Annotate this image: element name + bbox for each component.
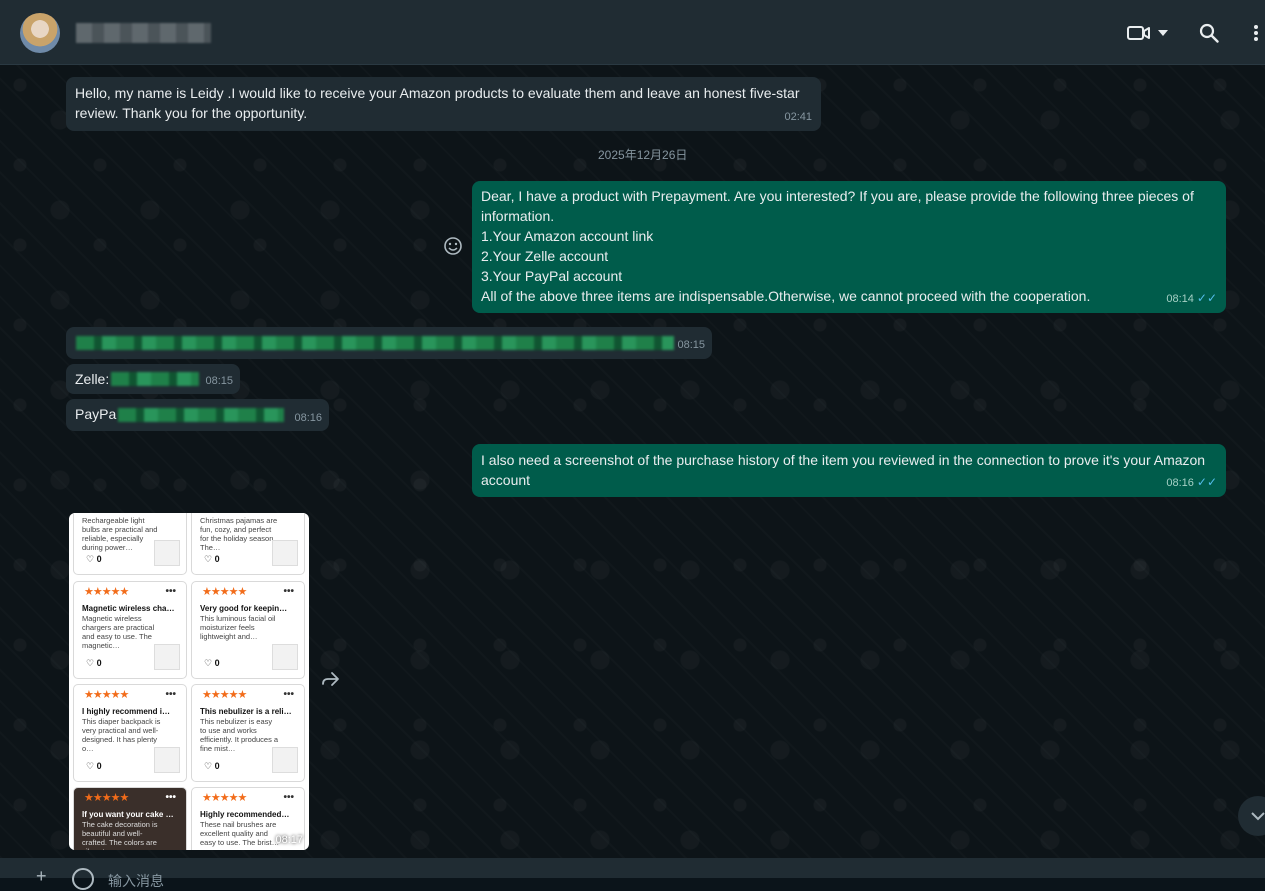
like-count: 0 <box>214 553 220 564</box>
message-bubble-incoming[interactable]: 08:15 <box>66 327 712 359</box>
more-icon: ••• <box>165 792 176 803</box>
review-card: ★★★★★ ••• I highly recommend i… This dia… <box>73 684 187 782</box>
star-rating: ★★★★★ <box>202 586 247 598</box>
read-receipt-icon: ✓✓ <box>1196 475 1217 489</box>
more-icon: ••• <box>283 792 294 803</box>
message-bubble-incoming[interactable]: PayPa 08:16 <box>66 399 329 431</box>
review-card: ★★★★★ ••• Magnetic wireless cha… Magneti… <box>73 581 187 679</box>
message-time: 08:17 <box>275 834 303 846</box>
message-time: 08:15 <box>677 339 705 351</box>
chevron-down-icon[interactable] <box>1154 20 1172 46</box>
heart-icon: ♡ 0 <box>86 760 102 771</box>
more-icon: ••• <box>283 586 294 597</box>
review-title: If you want your cake … <box>82 810 174 819</box>
review-desc: This diaper backpack is very practical a… <box>82 717 161 753</box>
message-line: All of the above three items are indispe… <box>481 288 1091 304</box>
forward-icon[interactable] <box>320 670 342 690</box>
chevron-down-icon <box>1251 812 1265 821</box>
review-desc: This nebulizer is easy to use and works … <box>200 717 279 753</box>
more-icon: ••• <box>165 689 176 700</box>
message-line: 2.Your Zelle account <box>481 248 609 264</box>
star-rating: ★★★★★ <box>84 792 129 804</box>
message-time: 08:16 <box>1166 477 1194 489</box>
review-card: ★★★★★ ••• This nebulizer is a reli… This… <box>191 684 305 782</box>
message-text: Zelle: <box>75 371 110 387</box>
star-rating: ★★★★★ <box>202 792 247 804</box>
review-title: Highly recommended… <box>200 810 290 819</box>
read-receipt-icon: ✓✓ <box>1196 291 1217 305</box>
review-desc: Rechargeable light bulbs are practical a… <box>82 516 158 552</box>
heart-icon: ♡ 0 <box>204 760 220 771</box>
like-count: 0 <box>96 553 102 564</box>
chat-header <box>0 0 1265 65</box>
emoji-reaction-icon[interactable] <box>443 236 463 256</box>
star-rating: ★★★★★ <box>84 586 129 598</box>
review-desc: Christmas pajamas are fun, cozy, and per… <box>200 516 278 552</box>
product-thumbnail <box>154 644 180 670</box>
review-title: I highly recommend i… <box>82 707 171 716</box>
composer-bar: + 输入消息 <box>0 858 1265 890</box>
review-desc: This luminous facial oil moisturizer fee… <box>200 614 276 641</box>
message-line: 3.Your PayPal account <box>481 268 623 284</box>
more-icon: ••• <box>165 586 176 597</box>
product-thumbnail <box>272 540 298 566</box>
review-desc: Magnetic wireless chargers are practical… <box>82 614 155 650</box>
sticker-icon[interactable] <box>72 868 94 890</box>
message-text: Hello, my name is Leidy .I would like to… <box>75 85 800 121</box>
review-title: Very good for keepin… <box>200 604 288 613</box>
like-count: 0 <box>214 760 220 771</box>
message-line: Dear, I have a product with Prepayment. … <box>481 188 1194 224</box>
like-count: 0 <box>214 657 220 668</box>
redacted-link[interactable] <box>76 336 674 350</box>
kebab-menu-icon[interactable] <box>1246 20 1265 46</box>
heart-icon: ♡ 0 <box>86 553 102 564</box>
heart-icon: ♡ 0 <box>86 657 102 668</box>
review-desc: The cake decoration is beautiful and wel… <box>82 820 158 850</box>
review-card: Christmas pajamas are fun, cozy, and per… <box>191 513 305 575</box>
message-time: 08:16 <box>294 412 322 424</box>
product-thumbnail <box>154 747 180 773</box>
message-bubble-incoming[interactable]: Zelle: 08:15 <box>66 364 240 394</box>
message-time: 02:41 <box>784 111 812 123</box>
product-thumbnail <box>154 540 180 566</box>
like-count: 0 <box>96 657 102 668</box>
review-card: ★★★★★ ••• Very good for keepin… This lum… <box>191 581 305 679</box>
redacted-paypal <box>118 408 284 422</box>
redacted-zelle <box>111 372 199 386</box>
video-camera-icon[interactable] <box>1126 20 1152 46</box>
message-text: PayPa <box>75 406 117 422</box>
like-count: 0 <box>96 760 102 771</box>
message-time: 08:14 <box>1166 293 1194 305</box>
review-title: This nebulizer is a reli… <box>200 707 292 716</box>
image-message[interactable]: Rechargeable light bulbs are practical a… <box>69 513 309 850</box>
contact-avatar[interactable] <box>20 13 60 53</box>
review-card: Rechargeable light bulbs are practical a… <box>73 513 187 575</box>
message-text: I also need a screenshot of the purchase… <box>481 452 1206 488</box>
more-icon: ••• <box>283 689 294 700</box>
product-thumbnail <box>272 644 298 670</box>
review-desc: These nail brushes are excellent quality… <box>200 820 280 847</box>
star-rating: ★★★★★ <box>202 689 247 701</box>
contact-name-redacted[interactable] <box>76 23 211 43</box>
search-icon[interactable] <box>1196 20 1222 46</box>
plus-icon[interactable]: + <box>36 866 47 887</box>
message-bubble-outgoing[interactable]: Dear, I have a product with Prepayment. … <box>472 181 1226 313</box>
heart-icon: ♡ 0 <box>204 657 220 668</box>
message-line: 1.Your Amazon account link <box>481 228 654 244</box>
message-time-status: 08:16 ✓✓ <box>1166 472 1217 493</box>
message-bubble-outgoing[interactable]: I also need a screenshot of the purchase… <box>472 444 1226 497</box>
review-card: ★★★★★ ••• If you want your cake … The ca… <box>73 787 187 850</box>
review-title: Magnetic wireless cha… <box>82 604 175 613</box>
date-divider: 2025年12月26日 <box>598 148 688 162</box>
message-bubble-incoming[interactable]: Hello, my name is Leidy .I would like to… <box>66 77 821 131</box>
message-input[interactable]: 输入消息 <box>108 871 164 891</box>
message-time-status: 08:14 ✓✓ <box>1166 288 1217 309</box>
message-time: 08:15 <box>205 375 233 387</box>
heart-icon: ♡ 0 <box>204 553 220 564</box>
star-rating: ★★★★★ <box>84 689 129 701</box>
product-thumbnail <box>272 747 298 773</box>
